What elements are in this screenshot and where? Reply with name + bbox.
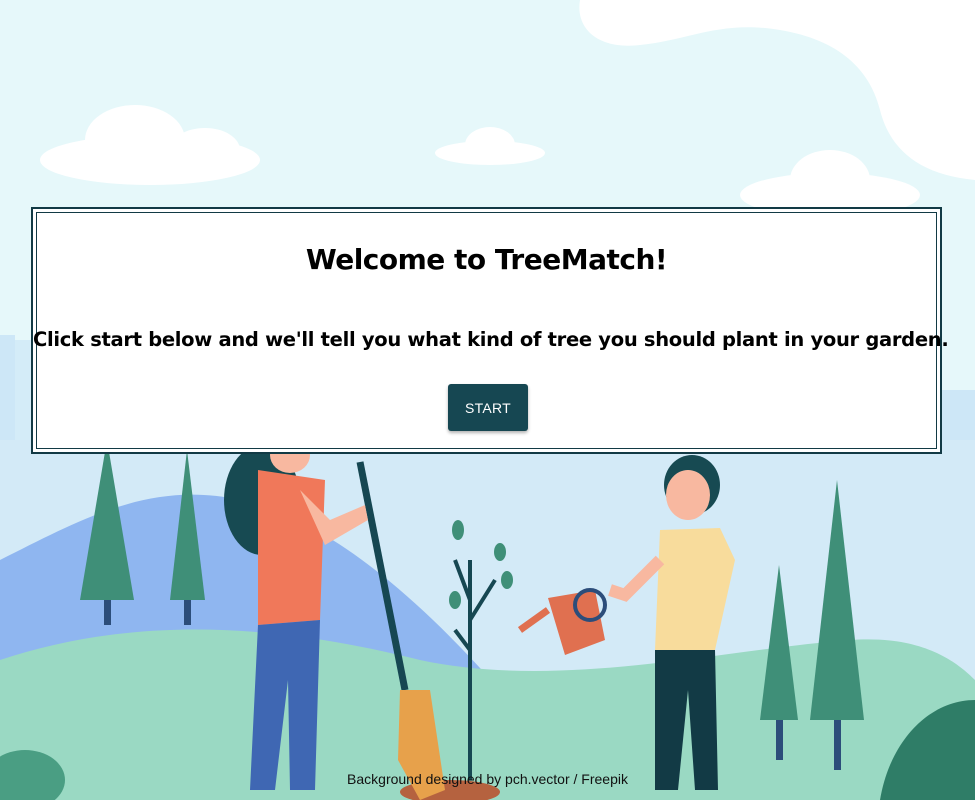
- start-button[interactable]: START: [448, 384, 528, 431]
- page: Welcome to TreeMatch! Click start below …: [0, 0, 975, 800]
- background-credit: Background designed by pch.vector / Free…: [347, 771, 628, 787]
- welcome-title: Welcome to TreeMatch!: [305, 243, 668, 276]
- welcome-subtitle: Click start below and we'll tell you wha…: [33, 328, 949, 351]
- welcome-card: Welcome to TreeMatch! Click start below …: [31, 207, 949, 454]
